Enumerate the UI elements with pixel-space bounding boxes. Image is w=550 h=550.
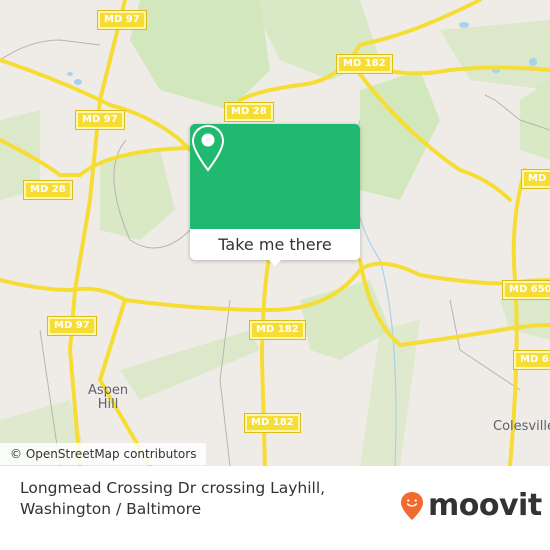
stop-title: Longmead Crossing Dr crossing Layhill, W…: [20, 479, 326, 518]
popup-header[interactable]: [190, 124, 360, 229]
place-label-colesville: Colesville: [493, 419, 550, 434]
map[interactable]: MD 97 MD 97 MD 28 MD 28 MD 182 MD 6 MD 6…: [0, 0, 550, 466]
route-shield-md650: MD 650: [502, 280, 550, 300]
moovit-wordmark: moovit: [428, 488, 542, 523]
take-me-there-button[interactable]: Take me there: [190, 229, 360, 260]
route-shield-md182: MD 182: [336, 54, 393, 74]
map-attribution[interactable]: © OpenStreetMap contributors: [0, 443, 207, 465]
moovit-logo[interactable]: moovit: [400, 488, 542, 523]
popup-pointer: [267, 258, 283, 266]
route-shield-md97: MD 97: [75, 110, 125, 130]
footer: Longmead Crossing Dr crossing Layhill, W…: [0, 466, 550, 550]
route-shield-md182: MD 182: [249, 320, 306, 340]
route-shield-md97: MD 97: [47, 316, 97, 336]
route-shield-md28: MD 28: [23, 180, 73, 200]
route-shield-md182: MD 182: [244, 413, 301, 433]
route-shield-md650: MD 650: [513, 350, 550, 370]
place-label-aspen-hill: Aspen Hill: [88, 383, 129, 412]
moovit-pin-smile-icon: [401, 491, 423, 520]
route-shield-md97: MD 97: [97, 10, 147, 30]
location-popup[interactable]: Take me there: [190, 124, 360, 266]
route-shield-md6: MD 6: [521, 169, 550, 189]
map-pin-icon: [191, 124, 225, 172]
route-shield-md28: MD 28: [224, 102, 274, 122]
